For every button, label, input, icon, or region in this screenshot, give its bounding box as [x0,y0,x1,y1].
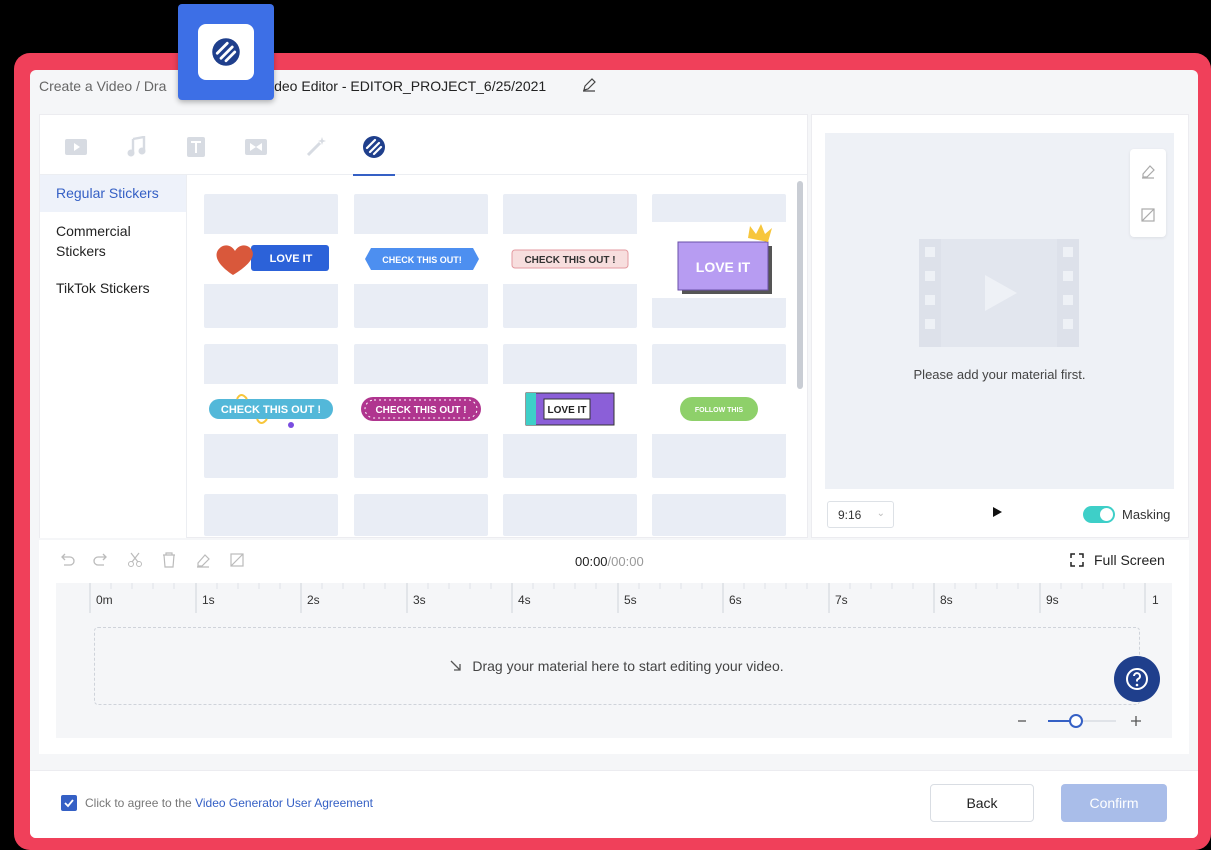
timeline-tools [57,550,247,570]
timeline-dropzone[interactable]: Drag your material here to start editing… [94,627,1140,705]
sticker-text: LOVE IT [270,253,313,265]
tick-label: 7s [835,593,848,607]
sticker-placeholder[interactable] [503,494,637,536]
agree-text: Click to agree to the Video Generator Us… [85,796,373,810]
sticker-tab-callout [178,4,274,100]
scissors-icon[interactable] [125,550,145,570]
sticker-love-it-heart[interactable]: LOVE IT [204,194,338,328]
masking-label: Masking [1122,507,1171,522]
tick-label: 1 [1152,593,1159,607]
sticker-love-it-window[interactable]: LOVE IT [503,344,637,478]
current-time: 00:00 [575,554,608,569]
sticker-placeholder[interactable] [652,494,786,536]
preview-tools [1130,149,1166,237]
effects-icon[interactable] [302,133,330,161]
fullscreen-button[interactable]: Full Screen [1070,552,1165,568]
sticker-text: CHECK THIS OUT ! [375,405,466,416]
zoom-handle[interactable] [1069,714,1083,728]
play-icon[interactable] [991,505,1003,523]
crop-icon[interactable] [227,550,247,570]
category-tiktok-stickers[interactable]: TikTok Stickers [40,278,186,298]
sticker-text: CHECK THIS OUT! [382,255,462,265]
total-time: /00:00 [607,554,644,569]
dropzone-text: Drag your material here to start editing… [472,658,784,674]
tick-label: 9s [1046,593,1059,607]
agreement: Click to agree to the Video Generator Us… [61,795,373,811]
breadcrumb-create-video[interactable]: Create a Video [39,78,132,94]
time-ruler [89,583,1146,613]
transition-icon[interactable] [242,133,270,161]
sticker-scrollbar[interactable] [797,181,803,389]
fullscreen-label: Full Screen [1094,552,1165,568]
material-tabs [40,115,807,176]
confirm-button[interactable]: Confirm [1061,784,1167,822]
sticker-grid: LOVE IT CHECK THIS OUT! CHECK THIS OUT ! [188,175,798,538]
video-editor-app: Create a Video / Dra ideo Editor - EDITO… [30,70,1198,838]
back-button[interactable]: Back [930,784,1034,822]
empty-preview-message: Please add your material first. [913,367,1086,382]
aspect-ratio-select[interactable]: 9:16 ⌄ [827,501,894,528]
arrow-down-right-icon [450,660,462,671]
timeline-panel: 00:00/00:00 Full Screen 0m 1s 2s 3s 4s 5… [39,540,1189,754]
breadcrumb-partial[interactable]: Dra [144,78,167,94]
text-icon[interactable] [182,133,210,161]
video-icon[interactable] [62,133,90,161]
undo-icon[interactable] [57,550,77,570]
category-commercial-stickers[interactable]: Commercial Stickers [40,221,160,261]
tick-label: 2s [307,593,320,607]
sticker-text: LOVE IT [696,259,751,275]
tick-label: 1s [202,593,215,607]
zoom-in-icon[interactable] [1131,716,1141,726]
breadcrumb-separator: / [136,78,140,94]
sticker-placeholder[interactable] [354,494,488,536]
sticker-check-this-out-pink[interactable]: CHECK THIS OUT ! [503,194,637,328]
tick-label: 8s [940,593,953,607]
sticker-text: CHECK THIS OUT ! [221,404,321,416]
eraser-icon[interactable] [1140,163,1156,184]
film-play-icon [919,239,1079,347]
redo-icon[interactable] [91,550,111,570]
aspect-ratio-value: 9:16 [838,508,862,522]
sticker-check-this-out-blue[interactable]: CHECK THIS OUT! [354,194,488,328]
sticker-categories: Regular Stickers Commercial Stickers Tik… [40,175,187,538]
tick-label: 3s [413,593,426,607]
sticker-check-this-out-teal[interactable]: CHECK THIS OUT ! [204,344,338,478]
sticker-icon[interactable] [353,133,395,176]
eraser-icon[interactable] [193,550,213,570]
tick-label: 0m [96,593,113,607]
sticker-love-it-crown[interactable]: LOVE IT [652,194,786,328]
help-button[interactable] [1114,656,1160,702]
check-icon [64,799,74,808]
tick-label: 6s [729,593,742,607]
preview-panel: Please add your material first. 9:16 ⌄ M… [811,114,1189,538]
masking-toggle[interactable] [1083,506,1115,523]
sticker-follow-this[interactable]: FOLLOW THIS [652,344,786,478]
sticker-placeholder[interactable] [204,494,338,536]
chevron-down-icon: ⌄ [876,508,885,519]
crop-icon[interactable] [1140,207,1156,228]
sticker-text: FOLLOW THIS [695,407,744,414]
timecode: 00:00/00:00 [575,554,644,569]
tick-label: 5s [624,593,637,607]
sticker-check-this-out-magenta[interactable]: CHECK THIS OUT ! [354,344,488,478]
sticker-text: CHECK THIS OUT ! [524,255,615,266]
zoom-control [1016,711,1146,731]
agree-checkbox[interactable] [61,795,77,811]
expand-icon [1070,553,1084,567]
question-icon [1126,668,1148,690]
preview-canvas: Please add your material first. [825,133,1174,489]
music-icon[interactable] [122,133,150,161]
tick-label: 4s [518,593,531,607]
trash-icon[interactable] [159,550,179,570]
edit-title-icon[interactable] [582,78,596,95]
material-panel: Regular Stickers Commercial Stickers Tik… [39,114,808,538]
project-title: ideo Editor - EDITOR_PROJECT_6/25/2021 [271,78,547,94]
footer-bar: Click to agree to the Video Generator Us… [30,770,1198,838]
category-regular-stickers[interactable]: Regular Stickers [40,175,186,212]
timeline-track: 0m 1s 2s 3s 4s 5s 6s 7s 8s 9s 1 Drag you… [56,583,1172,738]
sticker-logo-icon [198,24,254,80]
user-agreement-link[interactable]: Video Generator User Agreement [195,796,373,810]
sticker-text: LOVE IT [548,405,587,416]
